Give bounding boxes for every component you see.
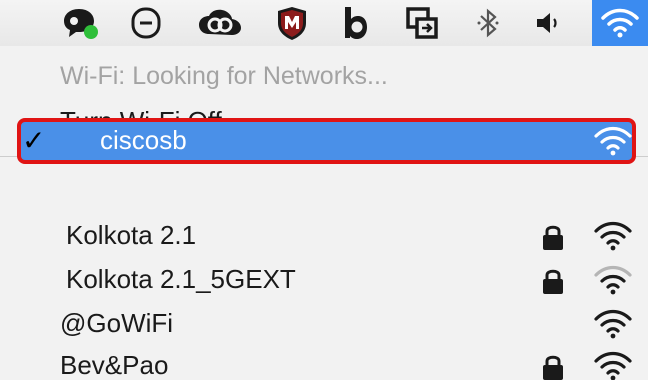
volume-icon[interactable] [530,4,566,42]
network-item[interactable]: @GoWiFi [0,302,648,344]
screen-share-icon[interactable] [402,4,442,42]
b-app-icon[interactable] [336,4,374,42]
creative-cloud-icon[interactable] [196,4,244,42]
wifi-menu-icon[interactable] [592,0,648,46]
network-item[interactable]: Kolkota 2.1 [0,214,648,256]
wifi-signal-icon [592,264,634,301]
wifi-signal-icon [592,308,634,345]
checkmark-icon: ✓ [22,124,46,157]
minus-circle-icon[interactable] [126,4,166,42]
network-name: Kolkota 2.1 [66,220,197,250]
chat-status-icon[interactable] [60,4,100,42]
lock-icon [540,352,566,380]
lock-icon [540,222,566,257]
menu-bar [0,0,648,47]
bluetooth-icon[interactable] [470,4,506,42]
wifi-signal-icon [592,125,634,162]
wifi-status-text: Wi-Fi: Looking for Networks... [60,62,388,90]
lock-icon [540,266,566,301]
wifi-signal-icon [592,220,634,257]
network-name: Kolkota 2.1_5GEXT [66,264,296,294]
network-name: ciscosb [100,125,187,155]
network-item[interactable]: Kolkota 2.1_5GEXT [0,258,648,300]
network-item[interactable]: ✓ ciscosb [20,121,632,161]
network-item[interactable]: Bev&Pao [0,344,648,380]
screen: Wi-Fi: Looking for Networks... Turn Wi-F… [0,0,648,380]
wifi-signal-icon [592,350,634,380]
mcafee-shield-icon[interactable] [272,4,312,42]
network-name: @GoWiFi [60,308,174,338]
network-name: Bev&Pao [60,350,169,380]
